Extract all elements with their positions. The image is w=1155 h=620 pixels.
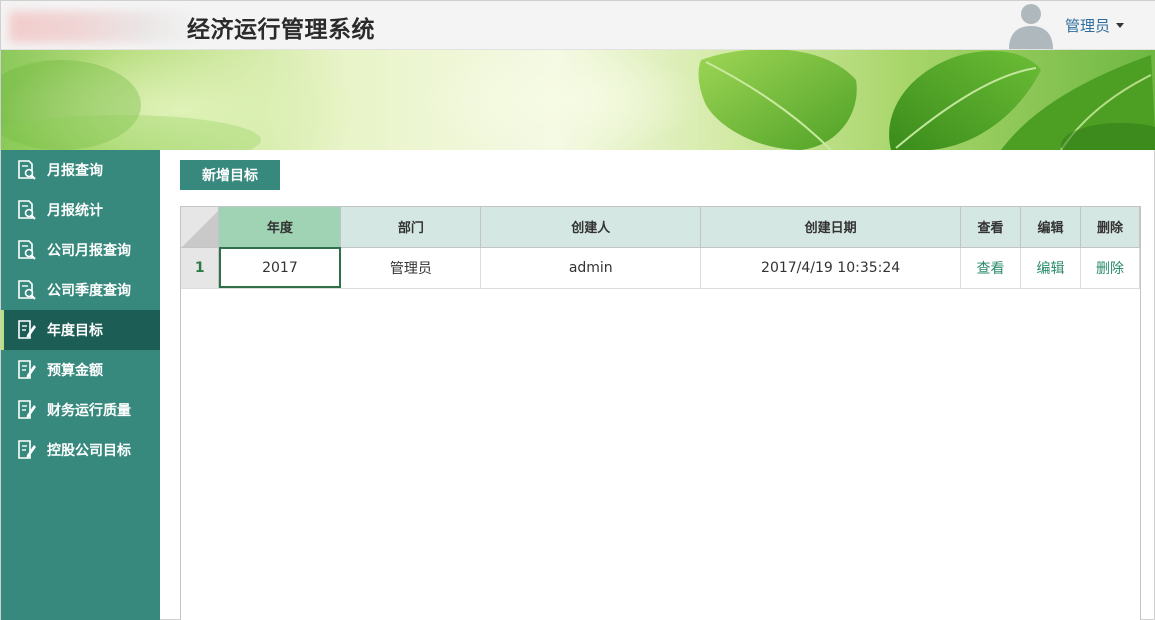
cell-view: 查看 <box>960 247 1022 289</box>
column-header-created-date[interactable]: 创建日期 <box>700 207 962 248</box>
cell-delete: 删除 <box>1080 247 1141 289</box>
sidebar-item-holding-company-target[interactable]: 控股公司目标 <box>1 430 160 470</box>
app-title: 经济运行管理系统 <box>187 17 375 43</box>
column-header-delete[interactable]: 删除 <box>1080 207 1141 248</box>
sidebar-item-company-monthly-query[interactable]: 公司月报查询 <box>1 230 160 270</box>
logo <box>9 11 205 43</box>
edit-doc-icon <box>18 360 36 379</box>
table-row[interactable]: 1 2017 管理员 admin 2017/4/19 10:35:24 查看 编… <box>181 247 1141 289</box>
edit-doc-icon <box>18 440 36 459</box>
sidebar-item-budget-amount[interactable]: 预算金额 <box>1 350 160 390</box>
cell-creator[interactable]: admin <box>480 247 702 289</box>
targets-grid: 年度 部门 创建人 创建日期 查看 编辑 删除 1 2017 管理员 admin… <box>180 206 1141 620</box>
column-header-year[interactable]: 年度 <box>218 207 342 248</box>
leaf-banner-art <box>1 50 1155 150</box>
user-menu[interactable]: 管理员 <box>1065 15 1125 36</box>
column-header-creator[interactable]: 创建人 <box>480 207 702 248</box>
sidebar-item-company-quarterly-query[interactable]: 公司季度查询 <box>1 270 160 310</box>
table-header-row: 年度 部门 创建人 创建日期 查看 编辑 删除 <box>181 207 1141 248</box>
row-number[interactable]: 1 <box>181 247 220 289</box>
column-header-department[interactable]: 部门 <box>340 207 482 248</box>
sidebar-item-label: 月报查询 <box>47 163 103 179</box>
view-link[interactable]: 查看 <box>977 261 1005 277</box>
sidebar-item-label: 公司季度查询 <box>47 283 131 299</box>
cell-edit: 编辑 <box>1020 247 1081 289</box>
caret-down-icon[interactable] <box>1116 23 1125 28</box>
edit-doc-icon <box>18 320 36 339</box>
delete-link[interactable]: 删除 <box>1096 261 1124 277</box>
search-doc-icon <box>18 280 36 300</box>
sidebar-item-finance-quality[interactable]: 财务运行质量 <box>1 390 160 430</box>
sidebar-item-label: 控股公司目标 <box>47 443 131 459</box>
leaf-banner <box>1 50 1155 150</box>
cell-year[interactable]: 2017 <box>218 247 342 289</box>
top-header: 经济运行管理系统 管理员 <box>1 1 1155 50</box>
sidebar-item-label: 财务运行质量 <box>47 403 131 419</box>
edit-link[interactable]: 编辑 <box>1037 261 1065 277</box>
edit-doc-icon <box>18 400 36 419</box>
search-doc-icon <box>18 160 36 180</box>
sidebar-item-label: 年度目标 <box>47 323 103 339</box>
cell-created-date[interactable]: 2017/4/19 10:35:24 <box>700 247 962 289</box>
user-avatar-icon <box>1009 4 1053 49</box>
sidebar-item-monthly-report-stats[interactable]: 月报统计 <box>1 190 160 230</box>
add-target-button[interactable]: 新增目标 <box>180 160 280 190</box>
search-doc-icon <box>18 240 36 260</box>
sidebar-item-label: 月报统计 <box>47 203 103 219</box>
user-name[interactable]: 管理员 <box>1065 15 1110 36</box>
sidebar-item-annual-target[interactable]: 年度目标 <box>1 310 160 350</box>
sidebar-item-monthly-report-query[interactable]: 月报查询 <box>1 150 160 190</box>
sidebar-item-label: 公司月报查询 <box>47 243 131 259</box>
sidebar-item-label: 预算金额 <box>47 363 103 379</box>
search-doc-icon <box>18 200 36 220</box>
targets-table: 年度 部门 创建人 创建日期 查看 编辑 删除 1 2017 管理员 admin… <box>181 207 1141 289</box>
column-header-view[interactable]: 查看 <box>960 207 1022 248</box>
sidebar-nav: 月报查询 月报统计 公司月报查询 公司季度查询 年度目标 预算金额 财务运行质量… <box>1 150 160 620</box>
cell-department[interactable]: 管理员 <box>340 247 482 289</box>
select-all-corner[interactable] <box>181 207 220 248</box>
column-header-edit[interactable]: 编辑 <box>1020 207 1081 248</box>
